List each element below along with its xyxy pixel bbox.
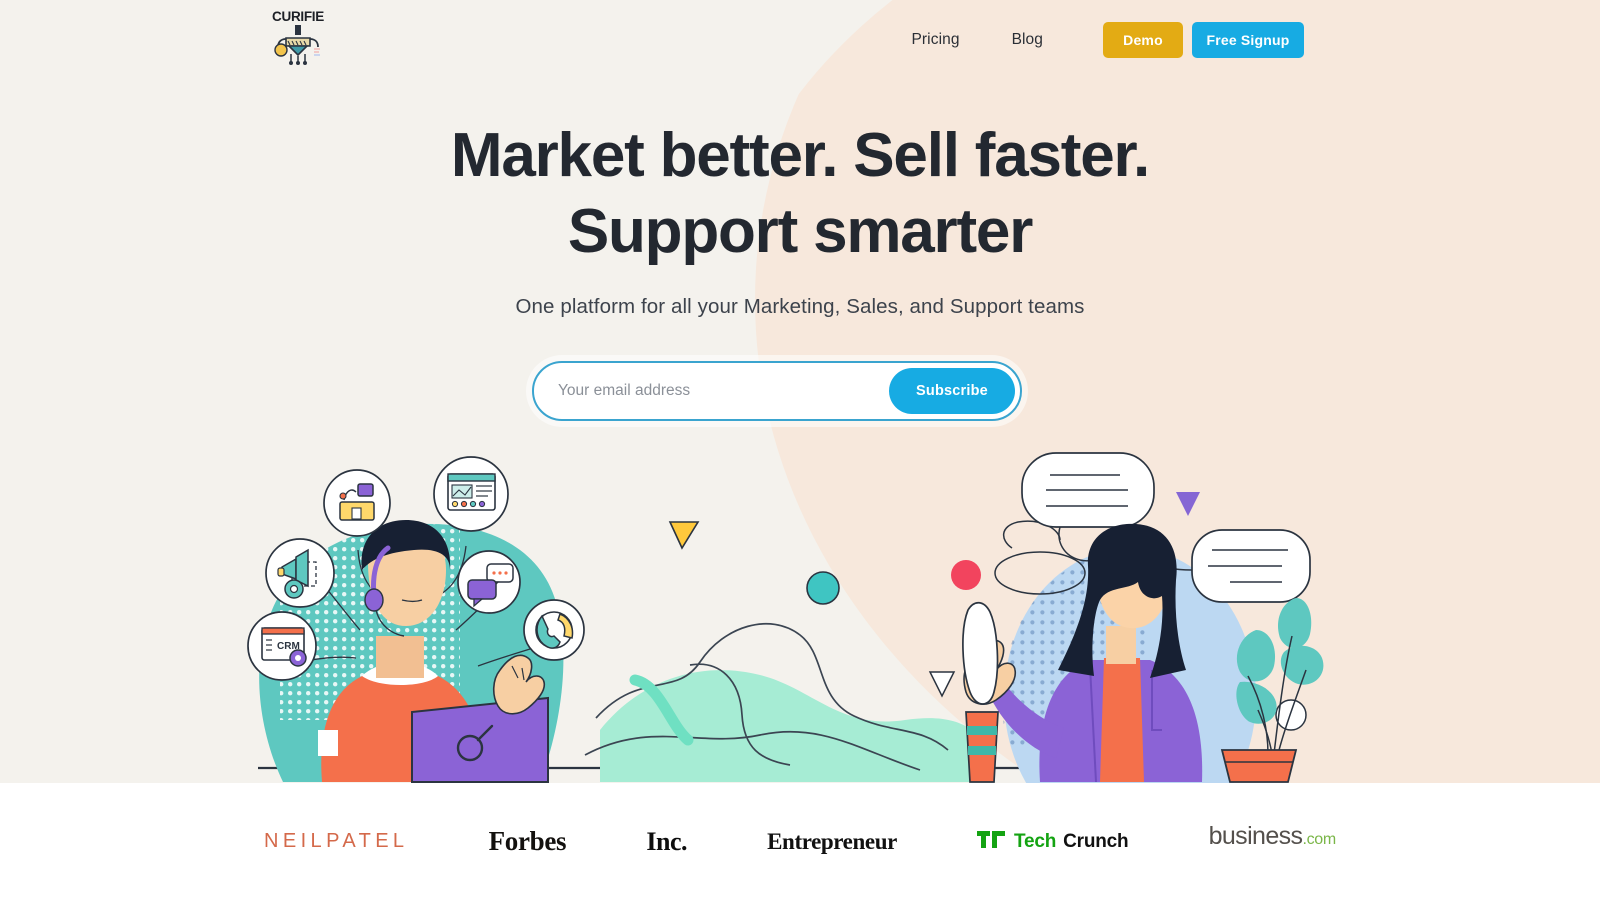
page-title: Market better. Sell faster. Support smar… — [320, 118, 1280, 269]
press-logo-neilpatel: NEILPATEL — [264, 822, 408, 862]
brand-logo[interactable]: CURIFIE — [268, 10, 328, 71]
demo-button[interactable]: Demo — [1103, 22, 1183, 58]
bubble-phone — [523, 599, 585, 661]
left-illustration-agent: CRM — [247, 456, 585, 783]
press-logo-techcrunch: Tech Crunch — [977, 822, 1129, 862]
press-logo-inc: Inc. — [646, 822, 687, 862]
press-logo-bar: NEILPATEL Forbes Inc. Entrepreneur Tech … — [0, 783, 1600, 900]
headline-line-2: Support smarter — [567, 196, 1034, 266]
mint-blob — [600, 670, 995, 782]
subscribe-form: Subscribe — [532, 361, 1022, 421]
bubble-info-desk — [323, 469, 391, 537]
headline-line-1: Market better. Sell faster. — [450, 121, 1150, 190]
press-logo-business-label: business — [1208, 821, 1303, 850]
sleeve-stripe — [318, 730, 338, 756]
email-input[interactable] — [558, 382, 889, 400]
bubble-crm: CRM — [247, 611, 317, 681]
press-logo-entrepreneur: Entrepreneur — [767, 822, 897, 862]
yellow-triangle — [668, 521, 700, 550]
right-illustration-woman — [962, 452, 1324, 783]
purple-triangle — [1176, 492, 1200, 516]
bubble-chat — [457, 550, 521, 614]
press-logo-neilpatel-label: NEILPATEL — [264, 830, 409, 852]
bubble-megaphone — [265, 538, 335, 608]
subscribe-button[interactable]: Subscribe — [889, 368, 1015, 414]
press-logo-entrepreneur-label: Entrepreneur — [767, 828, 897, 854]
top-navigation: CURIFIE Pricing Blog Demo Free Signup — [0, 0, 1600, 80]
teal-circle — [806, 571, 840, 605]
nav-link-blog[interactable]: Blog — [986, 31, 1069, 49]
press-logo-inc-label: Inc. — [646, 826, 687, 856]
free-signup-button[interactable]: Free Signup — [1192, 22, 1304, 58]
subscribe-form-wrapper: Subscribe — [532, 361, 1022, 421]
press-logo-forbes: Forbes — [489, 822, 567, 862]
press-logo-forbes-label: Forbes — [488, 826, 567, 856]
press-logo-list: NEILPATEL Forbes Inc. Entrepreneur Tech … — [260, 822, 1340, 862]
white-triangle — [928, 671, 956, 698]
techcrunch-mark-icon — [977, 830, 1007, 853]
nav-link-pricing[interactable]: Pricing — [885, 31, 985, 49]
brand-name: CURIFIE — [272, 8, 324, 24]
bubble-dashboard — [433, 456, 509, 532]
hero-illustration: CRM — [0, 430, 1600, 783]
press-logo-techcrunch-tech: Tech — [1014, 830, 1057, 852]
hero-section: CRM CURIFIE Pricing Blog Demo Free Signu… — [0, 0, 1600, 783]
press-logo-dotcom-label: .com — [1302, 830, 1336, 848]
red-circle — [951, 560, 981, 590]
hero-copy: Market better. Sell faster. Support smar… — [0, 118, 1600, 319]
press-logo-businessdotcom: business .com — [1208, 821, 1337, 862]
landing-page: CRM CURIFIE Pricing Blog Demo Free Signu… — [0, 0, 1600, 900]
press-logo-techcrunch-crunch: Crunch — [1063, 830, 1129, 852]
hero-subheading: One platform for all your Marketing, Sal… — [515, 295, 1085, 319]
nav-links: Pricing Blog Demo Free Signup — [885, 22, 1304, 58]
woman-top — [1100, 658, 1144, 782]
robot-machine-icon — [272, 25, 324, 70]
